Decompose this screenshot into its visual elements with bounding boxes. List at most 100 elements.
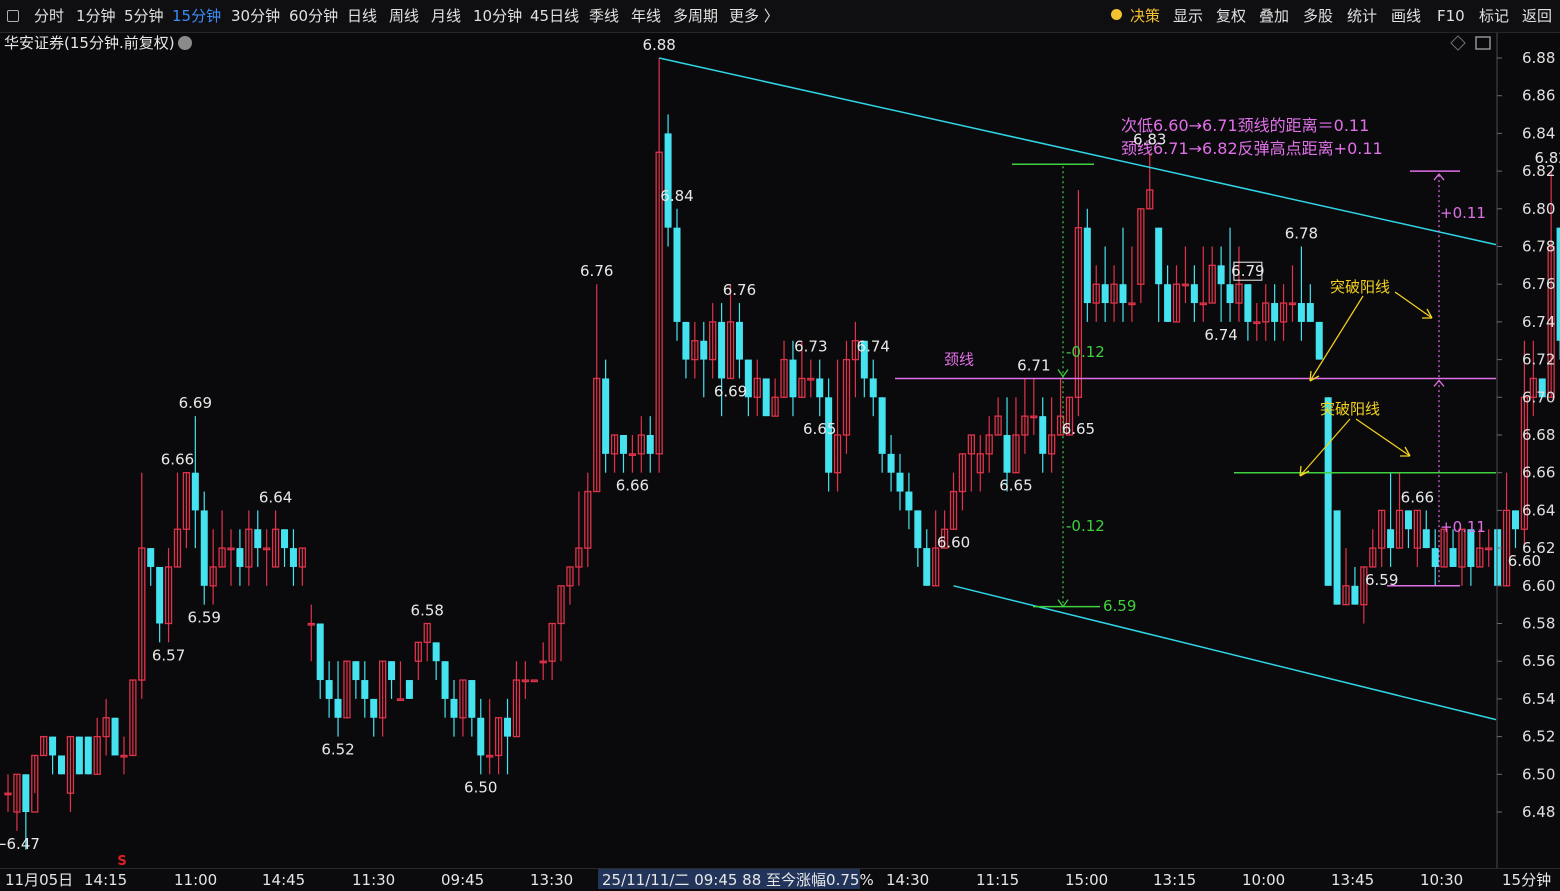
candle-body-down [200, 510, 208, 586]
candle-body-down [1271, 303, 1279, 322]
diamond-icon[interactable] [1450, 35, 1466, 51]
toolbar-right-8[interactable]: 标记 [1479, 6, 1509, 26]
pointer-line [1355, 418, 1411, 457]
tab-period-4[interactable]: 30分钟 [231, 6, 280, 26]
tab-period-7[interactable]: 周线 [389, 6, 419, 26]
candle-body-down [1315, 321, 1323, 360]
x-tick-label: 14:15 [84, 871, 128, 889]
tab-period-6[interactable]: 日线 [347, 6, 377, 26]
toolbar-right-1[interactable]: 显示 [1173, 6, 1203, 26]
tab-period-8[interactable]: 月线 [431, 6, 461, 26]
price-label: 6.66 [1401, 488, 1434, 506]
tab-period-9[interactable]: 10分钟 [473, 6, 522, 26]
candles-layer [4, 58, 1560, 850]
candlestick-chart[interactable]: 颈线 -0.12-0.126.59+0.11+0.11次低6.60→6.71颈线的… [0, 0, 1560, 890]
price-label: 6.78 [1285, 225, 1318, 243]
candle-body-down [254, 529, 262, 549]
status-text: 25/11/11/二 09:45 88 至今涨幅0.75% [602, 871, 874, 889]
tab-period-12[interactable]: 年线 [631, 6, 661, 26]
candle-body-down [388, 661, 396, 681]
lower-trendline [953, 585, 1497, 721]
y-tick-label: 6.54 [1522, 690, 1555, 708]
tab-period-11[interactable]: 季线 [589, 6, 619, 26]
toolbar-right-2[interactable]: 复权 [1216, 6, 1246, 26]
candle-body-down [405, 680, 413, 699]
price-label: 6.79 [1231, 262, 1264, 280]
y-tick-label: 6.48 [1522, 803, 1555, 821]
tab-period-14[interactable]: 更多 〉 [729, 6, 779, 26]
tab-period-10[interactable]: 45日线 [530, 6, 579, 26]
y-tick-label: 6.68 [1522, 426, 1555, 444]
tab-period-1[interactable]: 1分钟 [76, 6, 116, 26]
toolbar-right-4[interactable]: 多股 [1303, 6, 1333, 26]
candle-body-down [1404, 510, 1412, 530]
candle-body-down [477, 717, 485, 756]
toolbar-right-5[interactable]: 统计 [1347, 6, 1377, 26]
tab-period-0[interactable]: 分时 [34, 6, 64, 26]
price-label: 6.66 [616, 477, 649, 495]
tab-period-5[interactable]: 60分钟 [289, 6, 338, 26]
candle-body-down [923, 548, 931, 586]
toolbar-right-9[interactable]: 返回 [1522, 6, 1552, 26]
candle-body-down [361, 680, 369, 699]
tab-period-13[interactable]: 多周期 [673, 6, 718, 26]
candle-body-down [441, 661, 449, 699]
candle-body-down [1422, 529, 1430, 549]
x-tick-label: 11月05日 [5, 871, 74, 889]
symbol-title[interactable]: 华安证券(15分钟.前复权) [4, 33, 175, 53]
price-label: 6.60 [937, 533, 970, 551]
breakout-label: 突破阳线 [1320, 400, 1380, 418]
x-tick-label: 13:45 [1331, 871, 1375, 889]
price-label: 6.57 [152, 646, 185, 664]
breakout-label: 突破阳线 [1330, 278, 1390, 296]
candle-body-down [147, 548, 155, 567]
time-axis: 11月05日 14:15 11:00 14:45 11:30 09:45 13:30 14:3… [0, 868, 1560, 891]
candle-body-down [700, 340, 708, 360]
price-label: 6.65 [1062, 420, 1095, 438]
candle-body-down [602, 378, 610, 454]
menu-icon[interactable] [7, 10, 19, 22]
y-tick-label: 6.70 [1522, 388, 1555, 406]
toolbar-right-7[interactable]: F10 [1437, 6, 1465, 26]
candle-body-down [735, 321, 743, 360]
candle-body-down [1494, 529, 1502, 586]
candle-body-down [887, 453, 895, 473]
candle-body-down [673, 227, 681, 322]
candle-body-down [1083, 227, 1091, 304]
candle-body-down [316, 623, 324, 681]
measure-label: +0.11 [1440, 518, 1486, 536]
x-tick-label: 11:15 [976, 871, 1020, 889]
panel-toggle-icon[interactable] [1475, 36, 1491, 50]
candle-body-down [236, 548, 244, 567]
drawing-overlays: 颈线 -0.12-0.126.59+0.11+0.11次低6.60→6.71颈线的… [658, 57, 1497, 721]
toolbar-right-0[interactable]: 决策 [1130, 6, 1160, 26]
candle-body-down [289, 548, 297, 567]
bulb-icon [1111, 9, 1122, 20]
y-tick-label: 6.64 [1522, 501, 1555, 519]
candle-body-down [1306, 303, 1314, 322]
tab-period-2[interactable]: 5分钟 [124, 6, 164, 26]
toolbar-right-3[interactable]: 叠加 [1259, 6, 1289, 26]
price-label: 6.84 [660, 187, 693, 205]
candle-body-down [619, 435, 627, 454]
candle-body-down [1119, 284, 1127, 304]
price-label: 6.73 [794, 338, 827, 356]
candle-body-up [396, 698, 405, 702]
candle-body-down [1101, 284, 1109, 304]
candle-body-down [370, 698, 378, 718]
candle-body-down [281, 529, 289, 549]
price-label: ←6.47 [0, 835, 40, 853]
candle-body-down [905, 491, 913, 511]
candle-body-down [58, 755, 66, 775]
y-tick-label: 6.86 [1522, 87, 1555, 105]
symbol-dropdown-icon[interactable] [178, 36, 192, 50]
candle-body-down [450, 698, 458, 718]
toolbar-right-6[interactable]: 画线 [1391, 6, 1421, 26]
candle-body-down [191, 472, 199, 511]
candle-body-down [156, 566, 164, 624]
pointer-line [1394, 291, 1433, 319]
y-tick-label: 6.78 [1522, 238, 1555, 256]
candle-body-down [325, 680, 333, 699]
tab-period-3[interactable]: 15分钟 [172, 6, 221, 26]
candle-body-down [878, 397, 886, 454]
